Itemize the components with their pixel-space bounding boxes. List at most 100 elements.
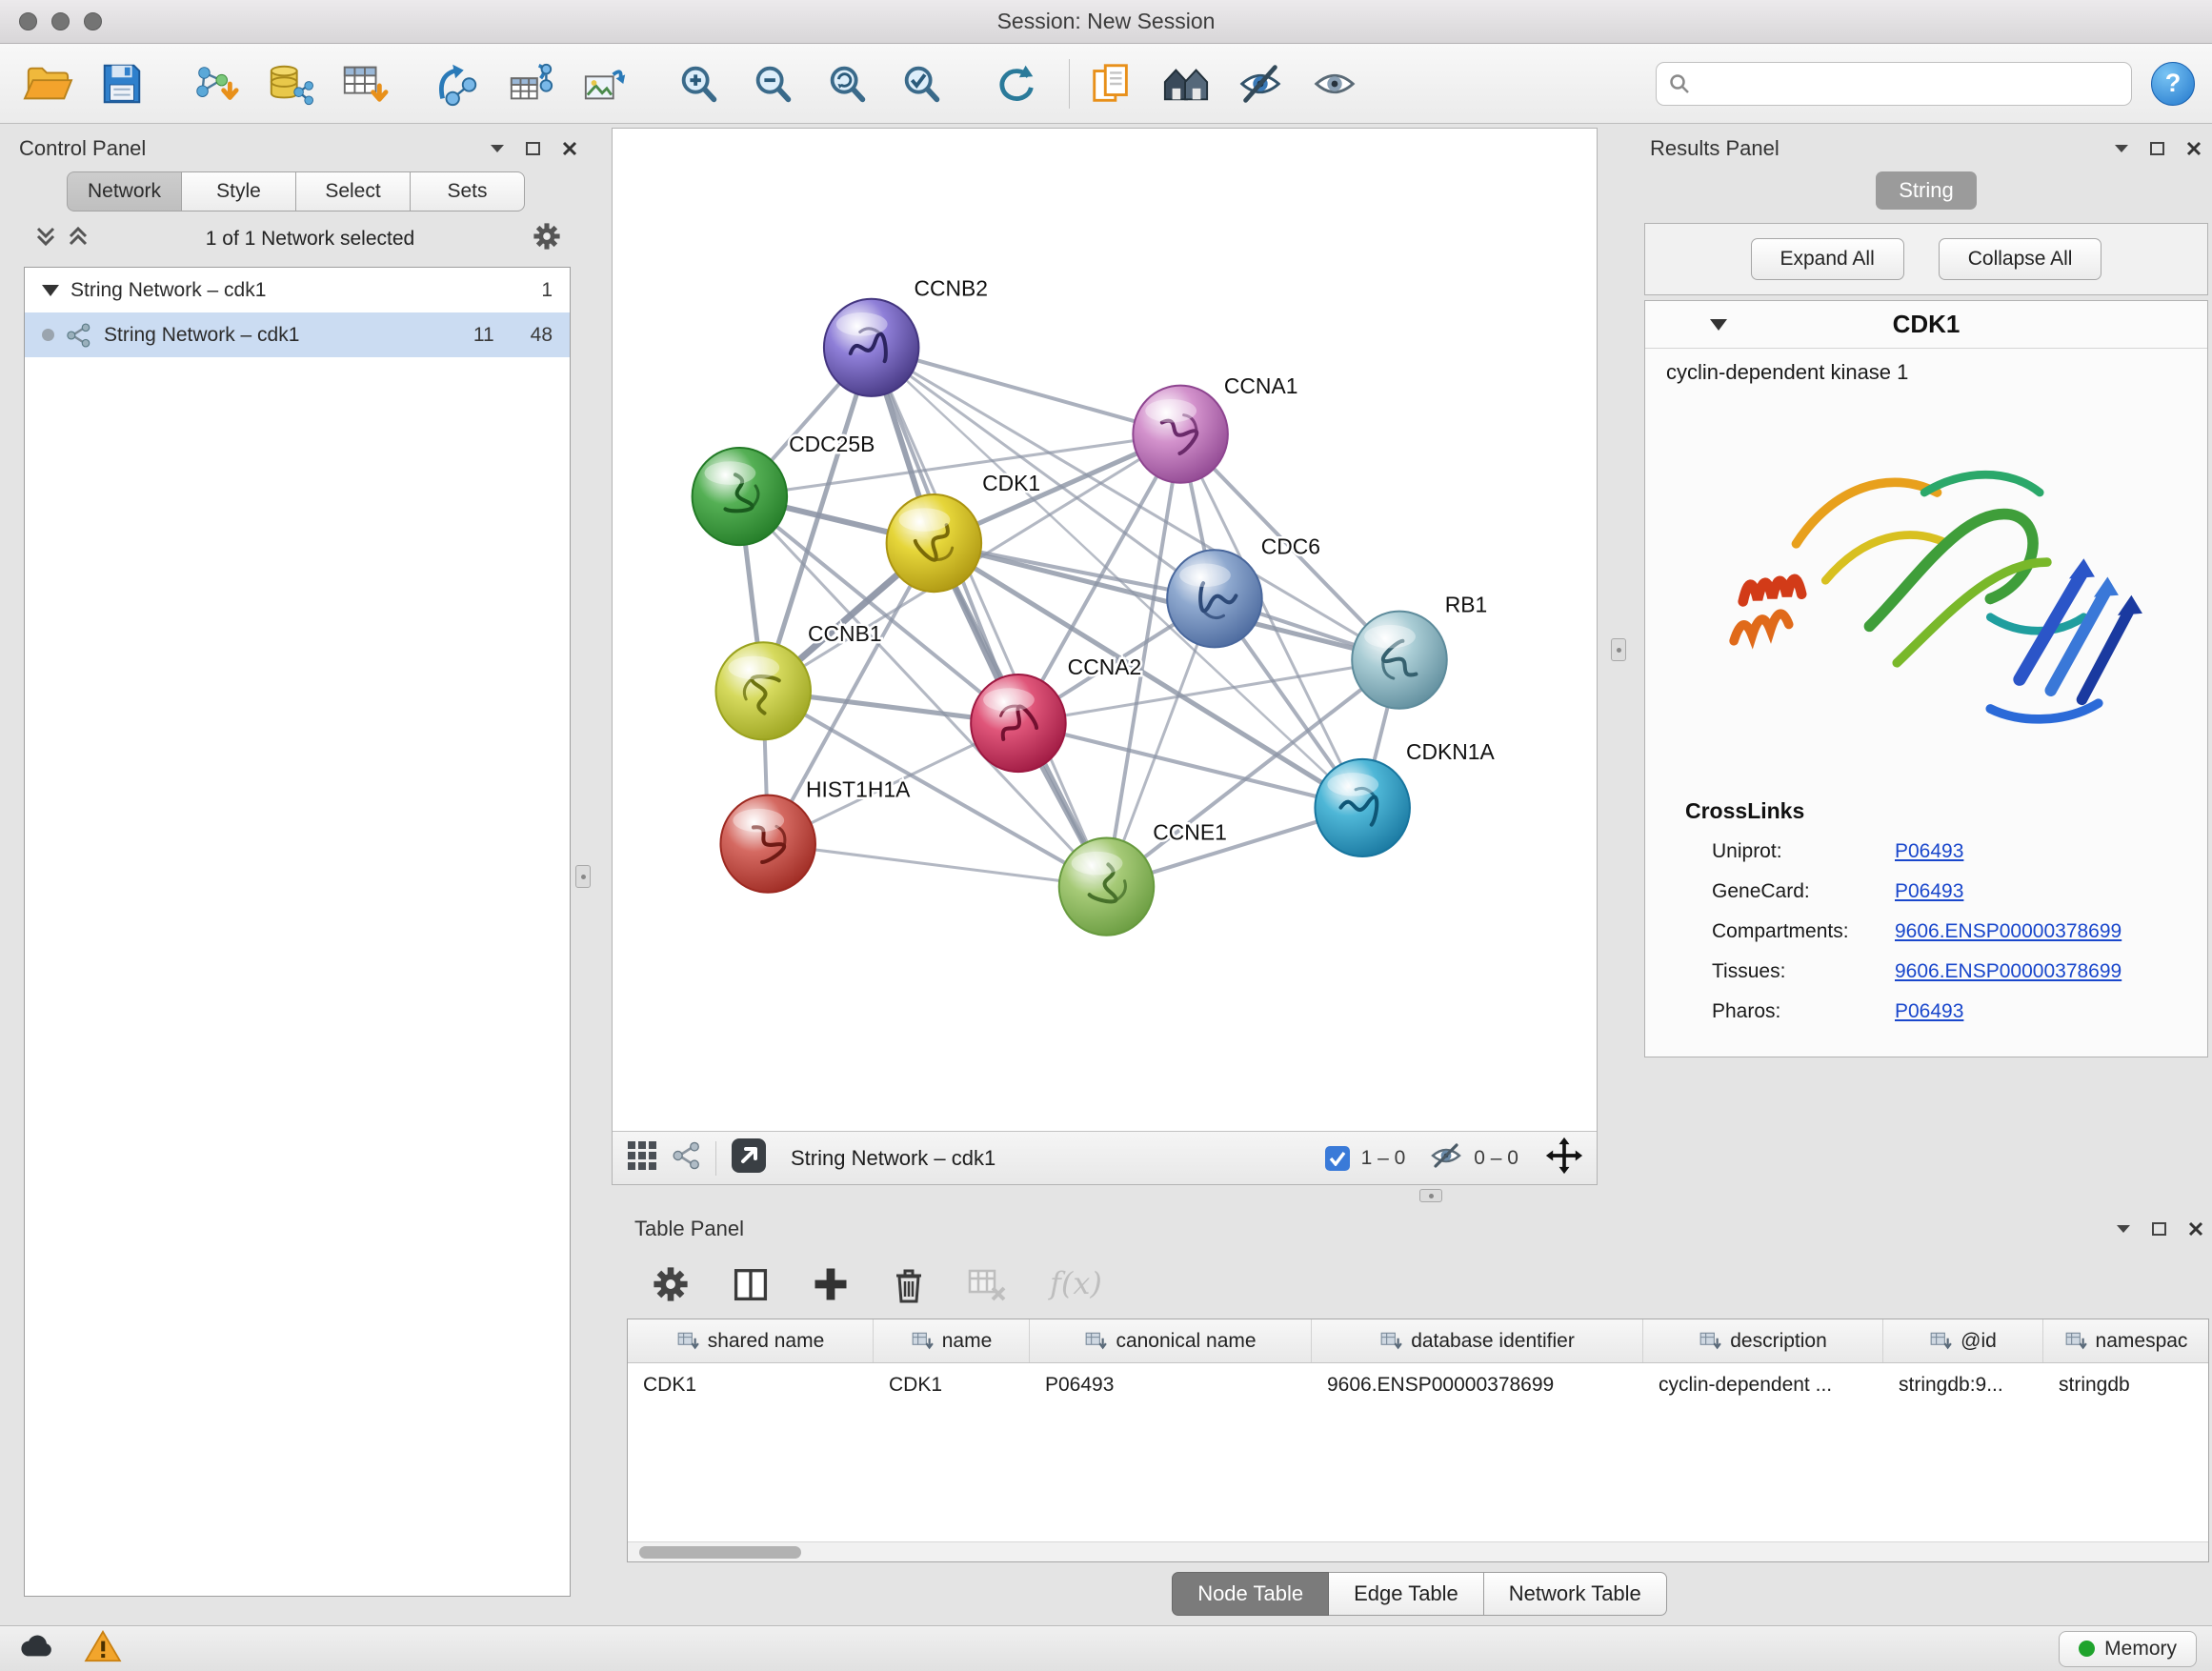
tab-select[interactable]: Select (295, 171, 410, 211)
collapse-all-icon[interactable] (34, 225, 57, 253)
column-header-description[interactable]: description (1643, 1319, 1883, 1362)
panel-close-icon[interactable] (2185, 140, 2202, 157)
table-cell[interactable]: stringdb (2043, 1363, 2208, 1406)
panel-collapse-icon[interactable] (2115, 1223, 2132, 1235)
node-CDK1[interactable]: CDK1 (887, 471, 1041, 592)
table-cell[interactable]: CDK1 (628, 1363, 874, 1406)
column-header-canonical-name[interactable]: canonical name (1030, 1319, 1312, 1362)
crosslink-link[interactable]: P06493 (1895, 840, 1963, 863)
network-options-gear-icon[interactable] (531, 220, 563, 258)
memory-button[interactable]: Memory (2059, 1631, 2197, 1667)
network-from-selection-button[interactable] (427, 55, 488, 112)
crosslink-link[interactable]: P06493 (1895, 1000, 1963, 1023)
collapse-all-button[interactable]: Collapse All (1939, 238, 2102, 280)
first-neighbors-button[interactable] (1156, 55, 1217, 112)
tab-sets[interactable]: Sets (410, 171, 525, 211)
table-gear-button[interactable] (650, 1263, 692, 1305)
table-from-network-button[interactable] (501, 55, 562, 112)
function-builder-button[interactable]: f(x) (1046, 1263, 1113, 1305)
show-all-button[interactable] (1304, 55, 1365, 112)
network-overview-icon[interactable] (672, 1140, 702, 1177)
panel-close-icon[interactable] (561, 140, 578, 157)
zoom-fit-button[interactable] (817, 55, 878, 112)
zoom-in-button[interactable] (669, 55, 730, 112)
tab-edge-table[interactable]: Edge Table (1329, 1572, 1484, 1616)
hide-selected-button[interactable] (1230, 55, 1291, 112)
table-row[interactable]: CDK1CDK1P064939606.ENSP00000378699cyclin… (628, 1363, 2208, 1406)
table-cell[interactable]: P06493 (1030, 1363, 1312, 1406)
selected-nodes-icon[interactable] (1325, 1146, 1350, 1171)
warning-icon[interactable] (84, 1630, 122, 1668)
column-header-database-identifier[interactable]: database identifier (1312, 1319, 1643, 1362)
apply-layout-button[interactable] (985, 55, 1046, 112)
tab-style[interactable]: Style (181, 171, 295, 211)
crosslink-link[interactable]: P06493 (1895, 880, 1963, 903)
network-image-export-button[interactable] (575, 55, 636, 112)
tab-node-table[interactable]: Node Table (1172, 1572, 1329, 1616)
tree-expand-icon[interactable] (42, 285, 59, 296)
close-button[interactable] (19, 12, 37, 30)
detach-view-icon[interactable] (730, 1137, 768, 1180)
tab-string[interactable]: String (1876, 171, 1976, 210)
table-cell[interactable]: 9606.ENSP00000378699 (1312, 1363, 1643, 1406)
edge[interactable] (872, 348, 1107, 887)
zoom-selected-button[interactable] (892, 55, 953, 112)
table-cell[interactable]: cyclin-dependent ... (1643, 1363, 1883, 1406)
node-CCNA1[interactable]: CCNA1 (1133, 373, 1297, 483)
node-CCNB2[interactable]: CCNB2 (824, 275, 988, 395)
vertical-splitter[interactable] (1598, 128, 1640, 1185)
panel-float-icon[interactable] (525, 140, 542, 157)
tab-network[interactable]: Network (67, 171, 181, 211)
collapse-section-icon[interactable] (1710, 319, 1727, 331)
import-network-from-file-button[interactable] (185, 55, 246, 112)
tab-network-table[interactable]: Network Table (1484, 1572, 1667, 1616)
panel-collapse-icon[interactable] (2113, 143, 2130, 154)
show-column-button[interactable] (730, 1263, 772, 1305)
copy-document-button[interactable] (1081, 55, 1142, 112)
column-header-@id[interactable]: @id (1883, 1319, 2043, 1362)
crosslink-link[interactable]: 9606.ENSP00000378699 (1895, 960, 2122, 983)
delete-table-button[interactable] (966, 1263, 1008, 1305)
panel-float-icon[interactable] (2149, 140, 2166, 157)
node-RB1[interactable]: RB1 (1352, 592, 1487, 708)
splitter-handle[interactable] (1611, 638, 1626, 661)
crosslink-link[interactable]: 9606.ENSP00000378699 (1895, 920, 2122, 943)
column-header-shared-name[interactable]: shared name (628, 1319, 874, 1362)
column-header-namespac[interactable]: namespac (2043, 1319, 2208, 1362)
network-collection-row[interactable]: String Network – cdk1 1 (25, 268, 570, 312)
zoom-out-button[interactable] (743, 55, 804, 112)
column-header-name[interactable]: name (874, 1319, 1030, 1362)
panel-float-icon[interactable] (2151, 1220, 2168, 1238)
save-session-button[interactable] (91, 55, 152, 112)
expand-all-icon[interactable] (67, 225, 90, 253)
open-session-button[interactable] (17, 55, 78, 112)
table-cell[interactable]: stringdb:9... (1883, 1363, 2043, 1406)
table-cell[interactable]: CDK1 (874, 1363, 1030, 1406)
network-graph[interactable]: CCNB2 CCNA1 CDC25B CDK1 CDC6 (613, 129, 1597, 1131)
minimize-button[interactable] (51, 12, 70, 30)
pan-icon[interactable] (1545, 1137, 1583, 1180)
splitter-handle[interactable] (1419, 1189, 1442, 1202)
horizontal-splitter[interactable] (612, 1185, 2212, 1208)
grid-view-icon[interactable] (626, 1139, 658, 1178)
zoom-button[interactable] (84, 12, 102, 30)
hidden-eye-icon[interactable] (1430, 1142, 1462, 1175)
panel-close-icon[interactable] (2187, 1220, 2204, 1238)
node-CDC6[interactable]: CDC6 (1167, 534, 1320, 647)
panel-collapse-icon[interactable] (489, 143, 506, 154)
node-CDKN1A[interactable]: CDKN1A (1315, 739, 1495, 856)
help-button[interactable]: ? (2151, 62, 2195, 106)
expand-all-button[interactable]: Expand All (1751, 238, 1904, 280)
delete-column-button[interactable] (890, 1263, 928, 1305)
create-column-button[interactable] (810, 1263, 852, 1305)
import-network-from-database-button[interactable] (259, 55, 320, 112)
splitter-handle[interactable] (575, 865, 591, 888)
node-HIST1H1A[interactable]: HIST1H1A (720, 776, 910, 892)
search-input[interactable] (1699, 72, 2120, 95)
scrollbar-thumb[interactable] (639, 1546, 801, 1559)
search-box[interactable] (1656, 62, 2132, 106)
edge[interactable] (768, 844, 1106, 887)
cloud-icon[interactable] (15, 1632, 59, 1666)
table-hscrollbar[interactable] (628, 1541, 2208, 1561)
network-row-selected[interactable]: String Network – cdk1 11 48 (25, 312, 570, 357)
